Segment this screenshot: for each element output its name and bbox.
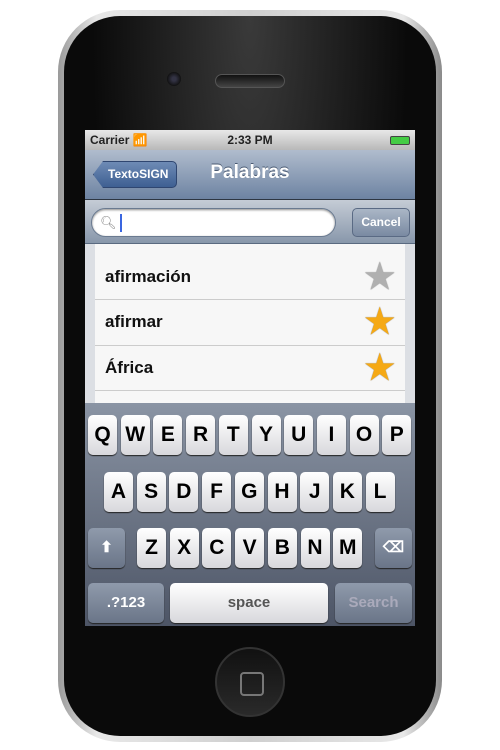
key-i[interactable]: I bbox=[316, 415, 346, 455]
search-icon: 🔍︎ bbox=[100, 215, 117, 230]
key-v[interactable]: V bbox=[235, 528, 265, 568]
navigation-bar: TextoSIGN Palabras bbox=[85, 150, 415, 200]
keyboard: Q W E R T Y U I O P A S D F G H J K L ⬆ Z X C V B N M ⌫ .?123 space Se… bbox=[85, 403, 415, 626]
speaker bbox=[215, 74, 285, 88]
key-r[interactable]: R bbox=[186, 415, 216, 455]
list-item[interactable]: afirmar ★ bbox=[95, 300, 405, 346]
status-time: 2:33 PM bbox=[227, 133, 273, 147]
key-b[interactable]: B bbox=[267, 528, 297, 568]
star-filled-icon[interactable]: ★ bbox=[365, 305, 395, 339]
search-bar: 🔍︎ Cancel bbox=[85, 200, 415, 244]
list-item[interactable]: afirmación ★ bbox=[95, 254, 405, 300]
camera bbox=[167, 72, 181, 86]
key-o[interactable]: O bbox=[349, 415, 379, 455]
key-f[interactable]: F bbox=[202, 472, 232, 512]
star-empty-icon[interactable]: ★ bbox=[365, 260, 395, 294]
key-n[interactable]: N bbox=[300, 528, 330, 568]
key-h[interactable]: H bbox=[267, 472, 297, 512]
search-key[interactable]: Search bbox=[335, 583, 412, 623]
key-q[interactable]: Q bbox=[88, 415, 117, 455]
key-x[interactable]: X bbox=[169, 528, 199, 568]
word-label: afirmación bbox=[105, 266, 191, 286]
key-g[interactable]: G bbox=[234, 472, 264, 512]
cancel-button[interactable]: Cancel bbox=[352, 208, 410, 237]
key-w[interactable]: W bbox=[120, 415, 150, 455]
key-y[interactable]: Y bbox=[251, 415, 281, 455]
key-d[interactable]: D bbox=[169, 472, 199, 512]
key-e[interactable]: E bbox=[153, 415, 183, 455]
key-m[interactable]: M bbox=[333, 528, 363, 568]
key-t[interactable]: T bbox=[218, 415, 248, 455]
list-item[interactable]: África ★ bbox=[95, 345, 405, 391]
star-filled-icon[interactable]: ★ bbox=[365, 351, 395, 385]
delete-key[interactable]: ⌫ bbox=[375, 528, 412, 568]
shift-key[interactable]: ⬆ bbox=[88, 528, 125, 568]
numbers-key[interactable]: .?123 bbox=[88, 583, 164, 623]
key-k[interactable]: K bbox=[332, 472, 362, 512]
key-u[interactable]: U bbox=[284, 415, 314, 455]
key-a[interactable]: A bbox=[104, 472, 133, 512]
screen: Carrier 📶 2:33 PM TextoSIGN Palabras 🔍︎ … bbox=[85, 130, 415, 626]
page-title: Palabras bbox=[210, 162, 290, 183]
key-c[interactable]: C bbox=[202, 528, 232, 568]
battery-icon bbox=[390, 135, 410, 145]
word-label: África bbox=[105, 357, 154, 377]
key-j[interactable]: J bbox=[300, 472, 330, 512]
search-input[interactable]: 🔍︎ bbox=[91, 208, 336, 237]
key-s[interactable]: S bbox=[136, 472, 166, 512]
key-z[interactable]: Z bbox=[137, 528, 166, 568]
key-l[interactable]: L bbox=[365, 472, 395, 512]
status-bar: Carrier 📶 2:33 PM bbox=[85, 130, 415, 150]
text-caret bbox=[120, 214, 122, 232]
word-label: afirmar bbox=[105, 312, 163, 331]
word-list: afirmación ★ afirmar ★ África ★ bbox=[95, 244, 405, 404]
key-p[interactable]: P bbox=[382, 415, 412, 455]
home-button[interactable] bbox=[215, 647, 285, 717]
space-key[interactable]: space bbox=[170, 583, 328, 623]
